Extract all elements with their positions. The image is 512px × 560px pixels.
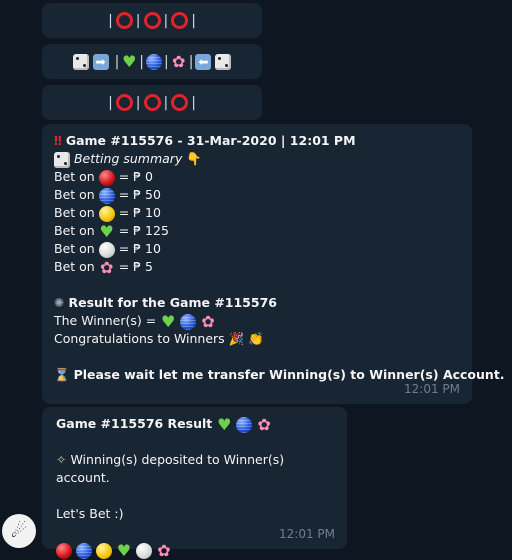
arrow-right-icon: ➡ xyxy=(92,53,109,70)
green-heart-icon: ♥ xyxy=(160,311,176,331)
bet-label: Bet on xyxy=(54,223,95,238)
winners-label: The Winner(s) = xyxy=(54,313,157,328)
dice-icon xyxy=(54,151,70,168)
arrow-left-icon: ⬅ xyxy=(195,53,212,70)
betting-summary-label: Betting summary xyxy=(73,151,183,166)
congrats-text: Congratulations to Winners xyxy=(54,331,225,346)
hourglass-icon: ⌛ xyxy=(54,367,70,382)
red-ring-icon xyxy=(115,12,133,29)
bet-value: = ₱ 10 xyxy=(118,205,161,220)
red-ring-icon xyxy=(143,12,161,29)
confetti-icon: ✺ xyxy=(54,295,65,310)
message-timestamp: 12:01 PM xyxy=(404,382,460,396)
white-ball-icon xyxy=(135,542,152,559)
result-message: Game #115576 Result ♥ ✿ ✧ Winning(s) dep… xyxy=(42,407,347,559)
blue-ball-icon xyxy=(236,416,253,433)
bet-label: Bet on xyxy=(54,259,95,274)
yellow-ball-icon xyxy=(95,542,112,559)
clapping-icon: 👏 xyxy=(248,331,264,346)
party-popper-icon: 🎉 xyxy=(228,331,245,346)
dice-icon xyxy=(72,53,89,70)
separator: | xyxy=(108,12,113,29)
green-heart-icon: ♥ xyxy=(217,414,232,434)
bet-value: = ₱ 10 xyxy=(118,241,161,256)
bet-row: Bet on ♥ = ₱ 125 xyxy=(54,222,460,240)
double-exclamation-icon: ‼ xyxy=(54,133,62,148)
separator: | xyxy=(191,94,196,111)
separator: | xyxy=(114,53,120,70)
separator: | xyxy=(135,94,141,111)
blue-ball-icon xyxy=(180,313,197,330)
separator: | xyxy=(108,94,113,111)
bet-value: = ₱ 0 xyxy=(118,169,154,184)
bet-label: Bet on xyxy=(54,241,95,256)
bet-label: Bet on xyxy=(54,187,95,202)
separator: | xyxy=(135,12,141,29)
separator: | xyxy=(188,53,194,70)
pink-flower-icon: ✿ xyxy=(201,311,215,331)
bet-value: = ₱ 5 xyxy=(118,259,154,274)
yellow-ball-icon xyxy=(98,205,115,222)
bet-label: Bet on xyxy=(54,205,95,220)
separator: | xyxy=(191,12,196,29)
deposited-text: Winning(s) deposited to Winner(s) accoun… xyxy=(56,452,285,485)
red-ring-icon xyxy=(171,94,189,111)
pointing-down-icon: 👇 xyxy=(186,151,202,166)
ring-message-2: | | | | xyxy=(42,85,262,120)
game-summary-message: ‼ Game #115576 - 31-Mar-2020 | 12:01 PM … xyxy=(42,124,505,404)
blue-ball-icon xyxy=(146,53,162,70)
pink-flower-icon: ✿ xyxy=(157,540,171,560)
pink-flower-icon: ✿ xyxy=(100,257,114,277)
separator: | xyxy=(139,53,144,70)
red-ring-icon xyxy=(143,94,161,111)
green-heart-icon: ♥ xyxy=(116,540,132,560)
bet-row: Bet on ✿ = ₱ 5 xyxy=(54,258,460,276)
game-title: Game #115576 - 31-Mar-2020 | 12:01 PM xyxy=(65,133,356,148)
bet-row: Bet on = ₱ 10 xyxy=(54,204,460,222)
ring-message-1: | | | | xyxy=(42,3,262,38)
red-ball-icon xyxy=(56,542,72,559)
bet-row: Bet on = ₱ 0 xyxy=(54,168,460,186)
separator: | xyxy=(163,12,169,29)
result-title: Result for the Game #115576 xyxy=(68,295,277,310)
bet-row: Bet on = ₱ 50 xyxy=(54,186,460,204)
bot-avatar-icon: ☄ xyxy=(10,520,28,542)
bet-label: Bet on xyxy=(54,169,95,184)
separator: | xyxy=(163,94,169,111)
bet-row: Bet on = ₱ 10 xyxy=(54,240,460,258)
blue-ball-icon xyxy=(75,542,92,559)
dice-icon xyxy=(215,53,232,70)
message-timestamp: 12:01 PM xyxy=(279,527,335,541)
blue-ball-icon xyxy=(98,187,115,204)
red-ring-icon xyxy=(115,94,133,111)
result-message-title: Game #115576 Result xyxy=(56,416,213,431)
bet-value: = ₱ 50 xyxy=(118,187,161,202)
emoji-message: ➡ | ♥ | | ✿ | ⬅ xyxy=(42,44,262,79)
pink-flower-icon: ✿ xyxy=(257,414,271,434)
green-heart-icon: ♥ xyxy=(99,221,114,241)
lets-bet-text: Let's Bet :) xyxy=(56,506,124,521)
pink-flower-icon: ✿ xyxy=(172,51,186,71)
money-icon: ✧ xyxy=(56,452,67,467)
red-ball-icon xyxy=(98,169,115,186)
bet-value: = ₱ 125 xyxy=(118,223,169,238)
red-ring-icon xyxy=(171,12,189,29)
separator: | xyxy=(164,53,169,70)
green-heart-icon: ♥ xyxy=(122,51,137,71)
white-ball-icon xyxy=(98,241,115,258)
avatar[interactable]: ☄ xyxy=(2,514,36,548)
